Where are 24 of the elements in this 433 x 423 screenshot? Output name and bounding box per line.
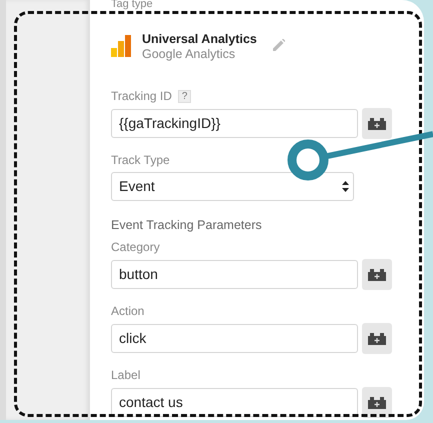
field-label: Label	[111, 368, 140, 382]
help-button[interactable]: ?	[178, 90, 192, 102]
brick-icon	[368, 268, 386, 280]
select-dropdown[interactable]: Event	[111, 172, 354, 201]
input-field[interactable]: contact us	[111, 388, 358, 417]
tag-vendor: Google Analytics	[142, 47, 236, 62]
field-label: Action	[111, 304, 144, 318]
variable-button[interactable]	[362, 323, 392, 354]
section-heading: Event Tracking Parameters	[111, 217, 263, 233]
brick-icon	[368, 118, 386, 130]
variable-button[interactable]	[362, 108, 392, 139]
field-label: Tracking ID	[111, 89, 172, 103]
field-label: Track Type	[111, 153, 170, 167]
input-field[interactable]: click	[111, 324, 358, 353]
variable-button[interactable]	[362, 387, 392, 418]
field-label: Category	[111, 240, 160, 254]
bar-chart-icon	[111, 35, 131, 57]
brick-icon	[368, 332, 386, 344]
variable-button[interactable]	[362, 259, 392, 290]
brick-icon	[368, 396, 386, 408]
input-field[interactable]: {{gaTrackingID}}	[111, 109, 358, 138]
updown-arrow-icon	[342, 181, 349, 192]
tag-name: Universal Analytics	[142, 32, 257, 47]
input-field[interactable]: button	[111, 260, 358, 289]
